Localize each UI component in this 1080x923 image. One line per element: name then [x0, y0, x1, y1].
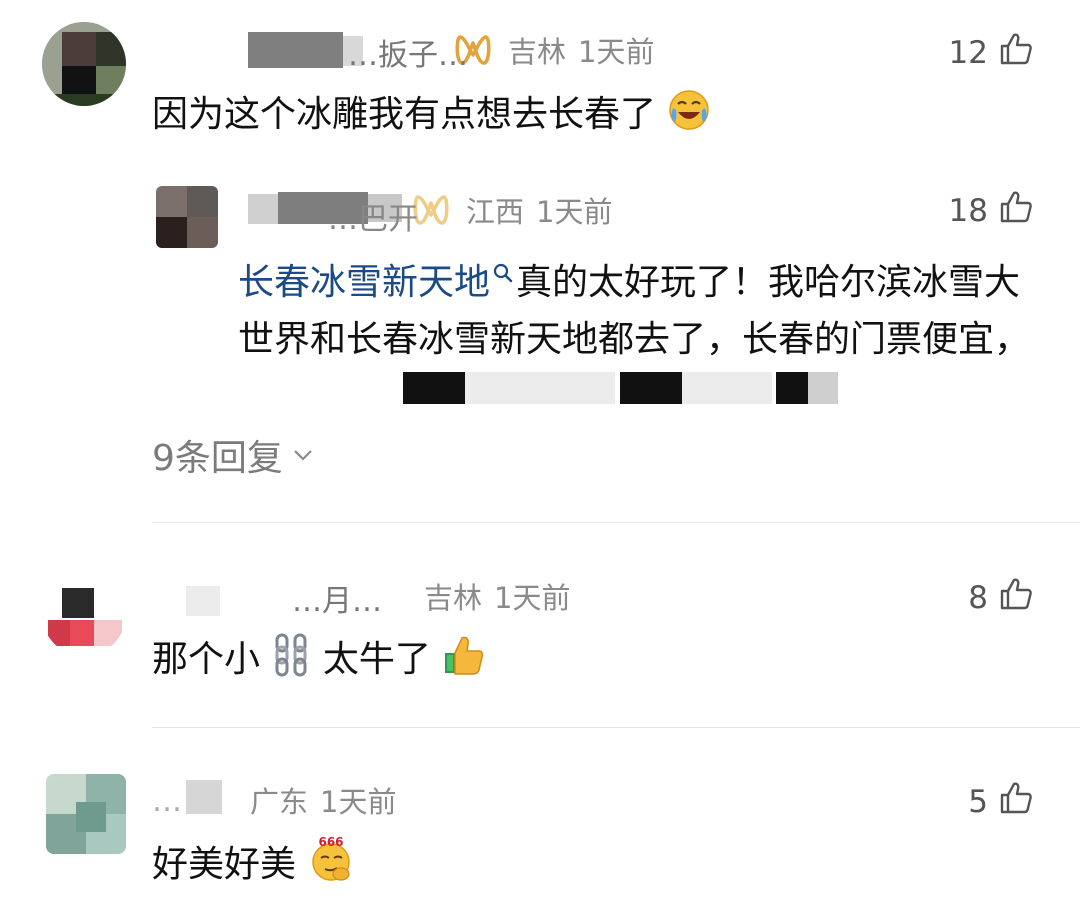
like-count: 8 [968, 580, 988, 616]
redaction-block [682, 372, 772, 404]
avatar[interactable] [42, 572, 126, 656]
like-button[interactable]: 5 [968, 780, 1034, 824]
thumbs-up-emoji [442, 633, 486, 677]
avatar[interactable] [46, 774, 126, 854]
search-icon [492, 244, 514, 283]
laughing-crying-emoji [667, 88, 711, 132]
redaction-block [776, 372, 808, 404]
location: 广东 [250, 785, 309, 819]
thumbs-up-outline-icon [998, 780, 1034, 824]
redaction-block [465, 372, 615, 404]
user-name[interactable]: …月… [186, 576, 408, 619]
like-count: 12 [948, 35, 988, 71]
user-name[interactable]: …巴开 [248, 190, 418, 237]
comment-text: 因为这个冰雕我有点想去长春了 [152, 88, 711, 142]
location: 吉林 [508, 35, 567, 69]
thumbs-up-outline-icon [998, 31, 1034, 75]
chevron-down-icon [283, 435, 315, 476]
redaction-block [403, 372, 465, 404]
666-emoji: 666 [307, 834, 355, 882]
user-name[interactable]: …扳子… [248, 30, 468, 73]
comment-meta: …月… 吉林 1天前 [186, 574, 571, 619]
comment-text: 那个小 太牛了 [152, 633, 486, 687]
location: 吉林 [424, 581, 483, 615]
reply-text: 长春冰雪新天地 真的太好玩了！我哈尔滨冰雪大世界和长春冰雪新天地都去了，长春的门票… [238, 244, 1038, 368]
timestamp: 1天前 [320, 785, 397, 819]
chain-emoji [271, 633, 311, 677]
redaction-block [620, 372, 682, 404]
like-count: 18 [948, 193, 988, 229]
avatar[interactable] [42, 22, 126, 106]
thumbs-up-outline-icon [998, 576, 1034, 620]
divider [152, 727, 1080, 728]
comment-meta: … 广东 1天前 [152, 778, 396, 822]
like-button[interactable]: 18 [949, 189, 1034, 233]
divider [152, 522, 1080, 523]
topic-link[interactable]: 长春冰雪新天地 [238, 262, 490, 303]
avatar[interactable] [156, 186, 218, 248]
more-replies-button[interactable]: 9条回复 [152, 428, 315, 482]
comment-thread: …扳子… 吉林 1天前 12 因为这个冰雕我有点想去长春了 …巴开 江西 1天前… [0, 0, 1080, 923]
user-name[interactable]: … [152, 780, 250, 820]
more-replies-label: 9条回复 [152, 438, 283, 479]
like-count: 5 [968, 784, 988, 820]
thumbs-up-outline-icon [998, 189, 1034, 233]
timestamp: 1天前 [578, 35, 655, 69]
like-button[interactable]: 8 [968, 576, 1034, 620]
redaction-block [808, 372, 838, 404]
comment-text: 好美好美 666 [152, 834, 355, 892]
reply-meta: …巴开 江西 1天前 [248, 188, 613, 237]
location: 江西 [466, 195, 525, 229]
comment-meta: …扳子… 吉林 1天前 [248, 28, 655, 73]
like-button[interactable]: 12 [949, 31, 1034, 75]
svg-text:666: 666 [319, 835, 344, 849]
timestamp: 1天前 [494, 581, 571, 615]
timestamp: 1天前 [536, 195, 613, 229]
